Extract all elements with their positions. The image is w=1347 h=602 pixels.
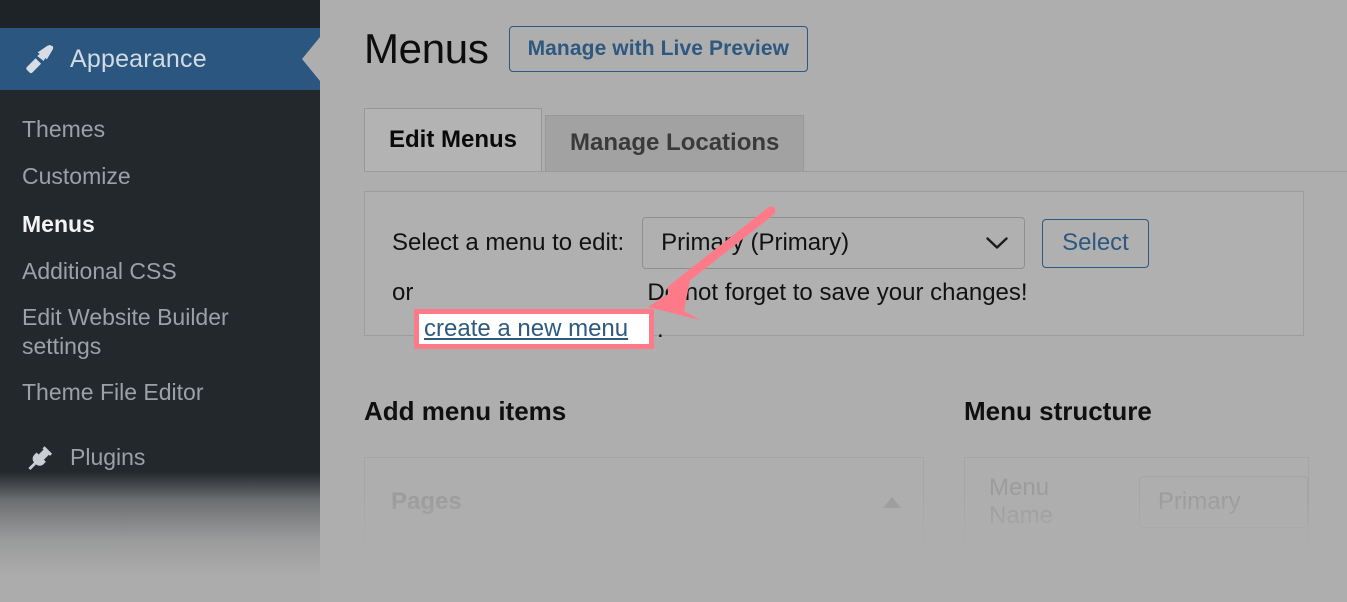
sidebar-item-appearance[interactable]: Appearance bbox=[0, 28, 320, 90]
add-menu-items-heading: Add menu items bbox=[364, 396, 567, 426]
menu-name-label: Menu Name bbox=[989, 474, 1054, 529]
menu-name-input[interactable]: Primary bbox=[1138, 476, 1308, 528]
tab-manage-locations[interactable]: Manage Locations bbox=[545, 115, 805, 172]
save-reminder-text: Do not forget to save your changes! bbox=[647, 279, 1028, 306]
tab-bar: Edit Menus Manage Locations bbox=[364, 108, 1347, 172]
sidebar-bottom-fade bbox=[0, 472, 320, 602]
caret-up-icon bbox=[883, 496, 901, 508]
screenshot-root: Appearance Themes Customize Menus Additi… bbox=[0, 0, 1347, 602]
menu-name-value: Primary bbox=[1157, 488, 1241, 515]
sidebar-item-label: Theme File Editor bbox=[22, 378, 204, 405]
sidebar-item-themes[interactable]: Themes bbox=[0, 106, 320, 153]
main-content: Menus Manage with Live Preview Edit Menu… bbox=[320, 0, 1347, 602]
tab-bar-underline bbox=[364, 171, 1347, 172]
menu-structure-heading: Menu structure bbox=[964, 396, 1152, 426]
tab-label: Manage Locations bbox=[570, 129, 780, 156]
sidebar-item-label: Menus bbox=[22, 210, 95, 237]
editor-columns: Add menu items Pages Menu structure Menu… bbox=[364, 398, 1347, 547]
create-new-menu-highlight[interactable]: create a new menu bbox=[414, 309, 654, 349]
sidebar-item-label: Plugins bbox=[70, 444, 146, 471]
sidebar-item-edit-website-builder-settings[interactable]: Edit Website Builder settings bbox=[0, 296, 320, 369]
create-menu-row: or Do not forget to save your changes! bbox=[365, 269, 1303, 307]
sidebar-item-plugins[interactable]: Plugins bbox=[0, 434, 320, 482]
sidebar-item-additional-css[interactable]: Additional CSS bbox=[0, 248, 320, 295]
menu-select-value: Primary (Primary) bbox=[661, 229, 850, 256]
sidebar-submenu: Themes Customize Menus Additional CSS Ed… bbox=[0, 90, 320, 482]
sidebar-item-label: Edit Website Builder settings bbox=[22, 303, 229, 360]
select-menu-label: Select a menu to edit: bbox=[392, 229, 625, 256]
sidebar-divider bbox=[0, 416, 320, 434]
or-text: or bbox=[392, 279, 414, 306]
select-button[interactable]: Select bbox=[1042, 218, 1149, 268]
paintbrush-icon bbox=[22, 44, 56, 74]
admin-sidebar: Appearance Themes Customize Menus Additi… bbox=[0, 0, 320, 602]
chevron-down-icon bbox=[986, 236, 1008, 250]
plug-icon bbox=[22, 443, 56, 473]
sidebar-item-theme-file-editor[interactable]: Theme File Editor bbox=[0, 369, 320, 416]
tab-label: Edit Menus bbox=[389, 125, 518, 153]
create-a-new-menu-link[interactable]: create a new menu bbox=[424, 317, 628, 341]
menu-name-row: Menu Name Primary bbox=[964, 457, 1309, 547]
tab-edit-menus[interactable]: Edit Menus bbox=[364, 108, 543, 172]
pages-accordion[interactable]: Pages bbox=[364, 457, 924, 547]
sidebar-item-menus[interactable]: Menus bbox=[0, 201, 320, 248]
select-menu-row: Select a menu to edit: Primary (Primary)… bbox=[365, 192, 1303, 269]
page-title: Menus bbox=[364, 25, 489, 72]
add-menu-items-column: Add menu items Pages bbox=[364, 398, 964, 547]
sidebar-item-appearance-label: Appearance bbox=[70, 44, 207, 73]
sidebar-item-customize[interactable]: Customize bbox=[0, 153, 320, 200]
sidebar-item-label: Additional CSS bbox=[22, 258, 177, 285]
pages-accordion-label: Pages bbox=[391, 488, 462, 515]
sidebar-item-label: Themes bbox=[22, 116, 106, 142]
page-header: Menus Manage with Live Preview bbox=[320, 0, 1347, 72]
menu-structure-column: Menu structure Menu Name Primary bbox=[964, 398, 1309, 547]
sidebar-flyout-notch-icon bbox=[302, 37, 320, 81]
sidebar-item-label: Customize bbox=[22, 163, 131, 190]
sidebar-top-strip bbox=[0, 0, 320, 28]
menu-select-dropdown[interactable]: Primary (Primary) bbox=[642, 217, 1026, 269]
manage-with-live-preview-button[interactable]: Manage with Live Preview bbox=[508, 26, 809, 72]
period-after-link: . bbox=[657, 316, 664, 343]
